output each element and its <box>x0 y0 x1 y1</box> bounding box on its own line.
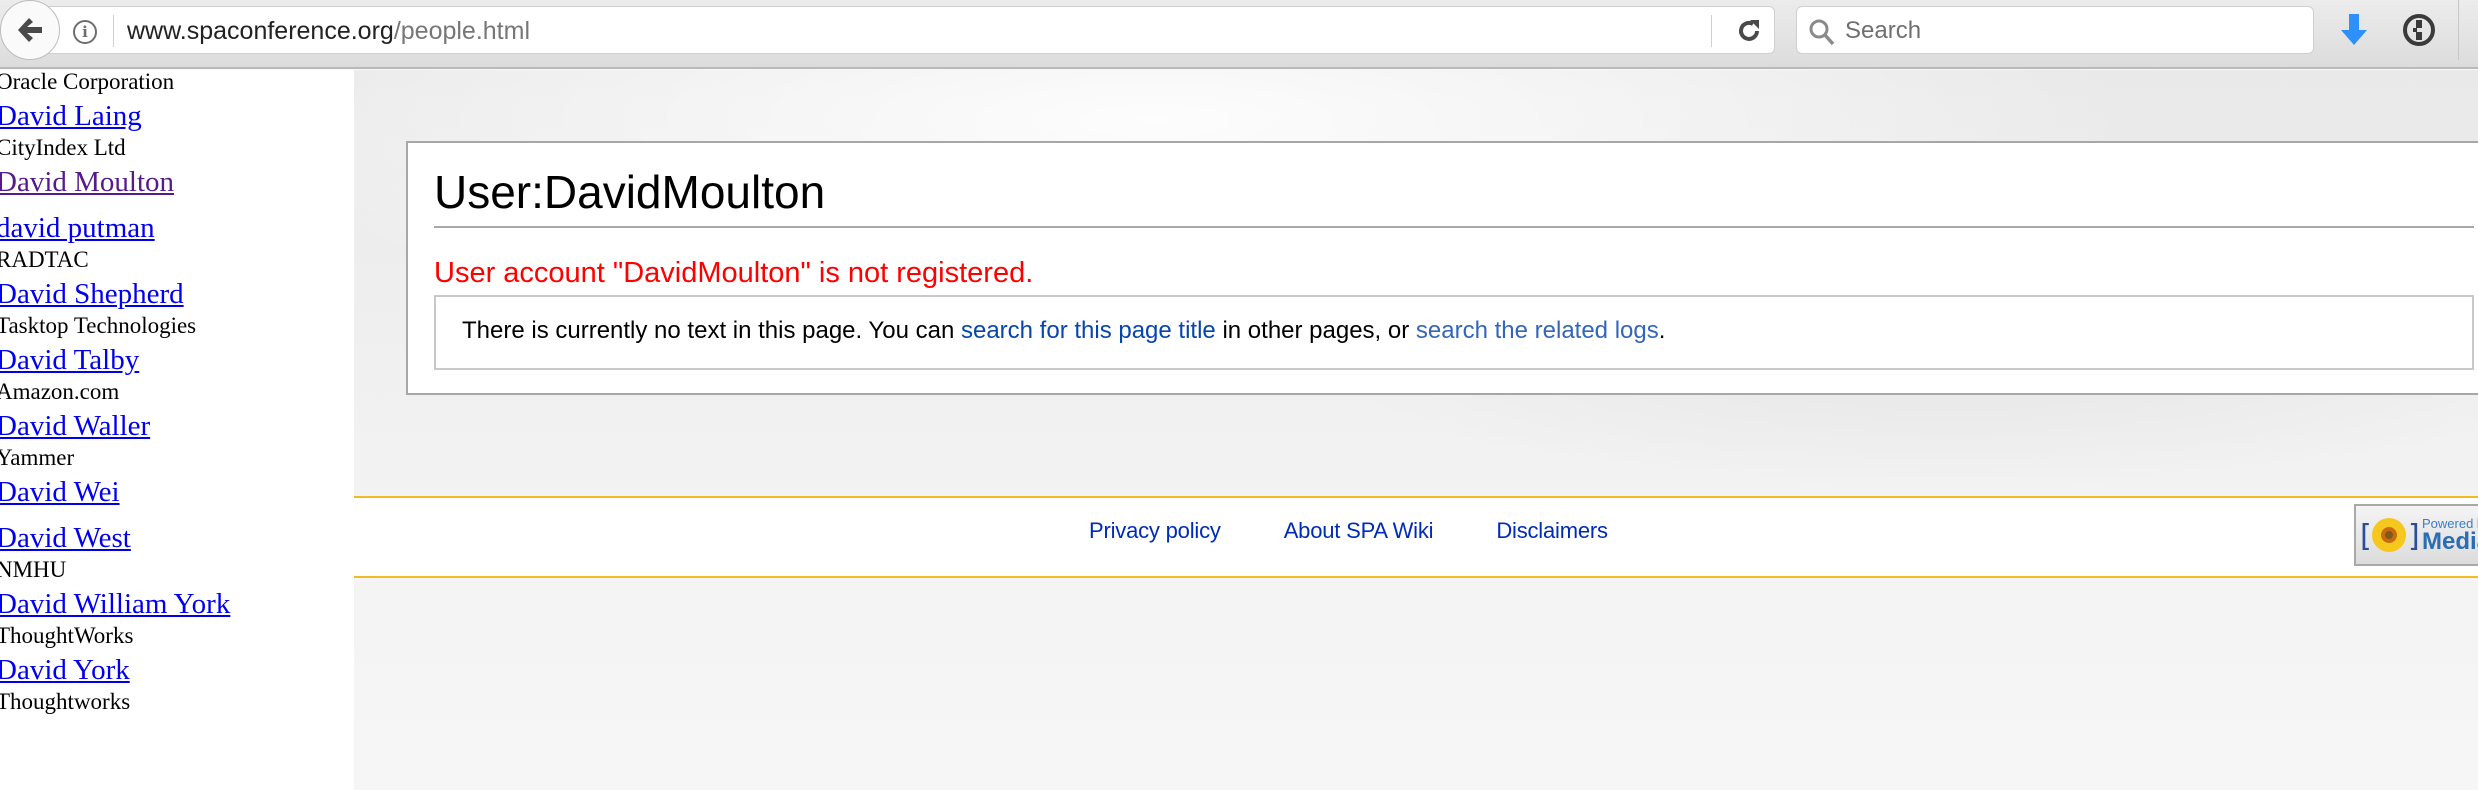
page-title: User:DavidMoulton <box>434 166 826 218</box>
search-related-logs-link[interactable]: search the related logs <box>1416 317 1659 344</box>
person-name-link[interactable]: David Shepherd <box>0 276 230 312</box>
downloads-button[interactable] <box>2336 10 2372 50</box>
powered-by-mediawiki-badge[interactable]: [ ] Powered by MediaWiki <box>2354 504 2478 566</box>
person-organization: Yammer <box>0 445 75 470</box>
powered-text: Powered by MediaWiki <box>2422 517 2478 554</box>
person-name-link[interactable]: david putman <box>0 210 230 246</box>
person-organization: Thoughtworks <box>0 689 131 714</box>
person-item: David West NMHU <box>0 520 230 584</box>
person-item: David Moulton <box>0 164 230 200</box>
notice-text: There is currently no text in this page.… <box>462 317 1665 345</box>
notice-prefix: There is currently no text in this page.… <box>462 317 961 344</box>
search-icon <box>1809 19 1835 46</box>
person-name-link[interactable]: David Laing <box>0 98 230 134</box>
person-item: David Talby Amazon.com <box>0 342 230 406</box>
content-box: User:DavidMoulton User account "DavidMou… <box>406 141 2478 395</box>
notice-suffix: . <box>1658 317 1666 344</box>
footer: Privacy policy About SPA Wiki Disclaimers … <box>354 496 2478 578</box>
person-organization: NMHU <box>0 557 67 582</box>
person-organization: Amazon.com <box>0 379 120 404</box>
person-name-link[interactable]: David Moulton <box>0 164 230 200</box>
person-organization: ThoughtWorks <box>0 623 134 648</box>
reload-button[interactable] <box>1733 15 1765 47</box>
mediawiki-sunflower-icon: [ ] <box>2360 518 2418 554</box>
person-item: David William York ThoughtWorks <box>0 586 230 650</box>
person-item: David Laing CityIndex Ltd <box>0 98 230 162</box>
about-link[interactable]: About SPA Wiki <box>1284 518 1434 543</box>
person-name-link[interactable]: David York <box>0 652 230 688</box>
person-item: David York Thoughtworks <box>0 652 230 716</box>
person-name-link[interactable]: David Wei <box>0 474 230 510</box>
url-domain: www.spaconference.org <box>127 17 394 45</box>
toolbar-separator <box>2458 0 2459 60</box>
footer-links: Privacy policy About SPA Wiki Disclaimers <box>1089 518 1671 544</box>
back-arrow-icon <box>18 18 42 42</box>
people-list-frame[interactable]: Oracle Corporation David Laing CityIndex L… <box>0 70 354 790</box>
svg-text:]: ] <box>2408 519 2418 554</box>
people-list: Oracle Corporation David Laing CityIndex L… <box>0 70 230 716</box>
info-icon[interactable]: i <box>73 20 97 44</box>
person-name-link[interactable]: David William York <box>0 586 230 622</box>
url-separator <box>113 15 114 47</box>
download-arrow-icon <box>2341 14 2367 45</box>
svg-text:[: [ <box>2360 519 2372 554</box>
title-divider <box>434 226 2474 228</box>
url-text[interactable]: www.spaconference.org/people.html <box>127 17 530 46</box>
disclaimers-link[interactable]: Disclaimers <box>1496 518 1608 543</box>
privacy-policy-link[interactable]: Privacy policy <box>1089 518 1221 543</box>
browser-toolbar: i www.spaconference.org/people.html <box>0 0 2478 69</box>
person-organization: CityIndex Ltd <box>0 135 126 160</box>
reload-icon <box>1739 20 1759 41</box>
reload-separator <box>1711 15 1712 47</box>
notice-middle: in other pages, or <box>1215 317 1416 344</box>
person-organization: Oracle Corporation <box>0 70 175 94</box>
back-button[interactable] <box>0 0 60 60</box>
person-name-link[interactable]: David West <box>0 520 230 556</box>
person-item: David Shepherd Tasktop Technologies <box>0 276 230 340</box>
search-input[interactable] <box>1845 15 2295 47</box>
person-organization: Tasktop Technologies <box>0 313 197 338</box>
person-item: david putman RADTAC <box>0 210 230 274</box>
search-page-title-link[interactable]: search for this page title <box>961 317 1216 344</box>
mediawiki-label: MediaWiki <box>2422 527 2478 555</box>
person-name-link[interactable]: David Talby <box>0 342 230 378</box>
notice-box: There is currently no text in this page.… <box>434 295 2474 370</box>
search-box[interactable] <box>1796 6 2314 54</box>
url-path: /people.html <box>393 17 531 45</box>
person-item: David Wei <box>0 474 230 510</box>
person-item: David Waller Yammer <box>0 408 230 472</box>
keyhole-icon <box>2403 14 2435 46</box>
person-organization: RADTAC <box>0 247 89 272</box>
person-name-link[interactable]: David Waller <box>0 408 230 444</box>
error-message: User account "DavidMoulton" is not regis… <box>434 257 1034 289</box>
password-manager-button[interactable] <box>2400 10 2438 50</box>
person-item: Oracle Corporation <box>0 70 230 96</box>
url-bar[interactable]: i www.spaconference.org/people.html <box>20 6 1775 54</box>
